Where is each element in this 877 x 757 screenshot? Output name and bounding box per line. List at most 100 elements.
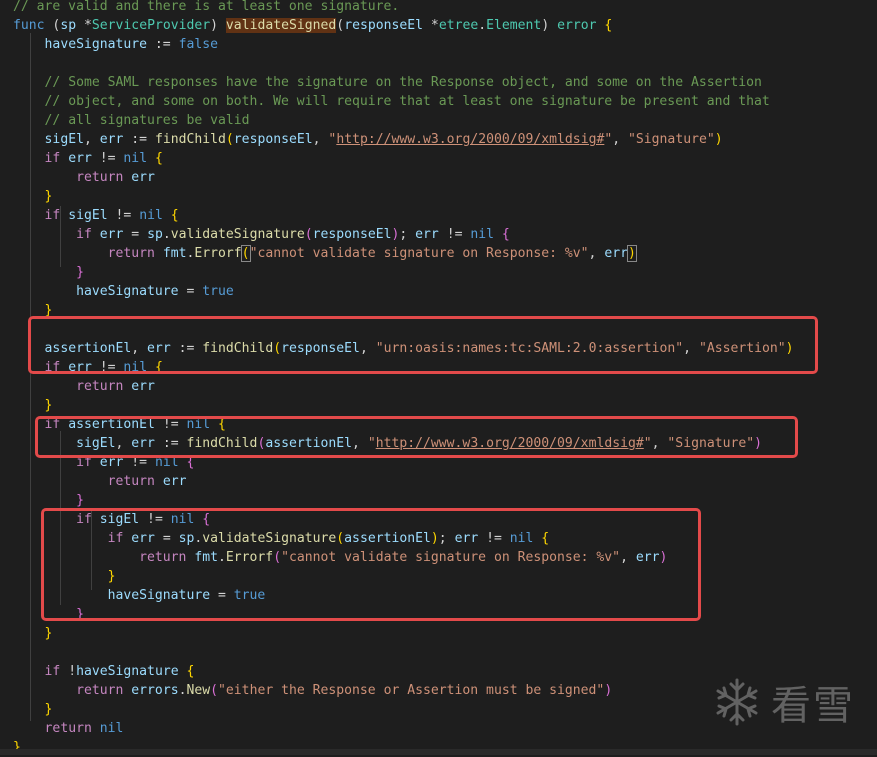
code-line[interactable]: func (sp *ServiceProvider) validateSigne… <box>13 16 612 35</box>
code-token: ServiceProvider <box>91 18 211 33</box>
horizontal-scrollbar[interactable] <box>0 749 877 755</box>
code-token: , <box>588 246 605 261</box>
code-token: responseEl <box>312 227 392 242</box>
code-token: err <box>99 132 124 147</box>
code-token: // all signatures be valid <box>44 113 250 128</box>
code-token: } <box>76 265 84 280</box>
code-token: { <box>494 227 510 242</box>
code-line[interactable]: return errors.New("either the Response o… <box>13 681 612 700</box>
code-token: return <box>76 379 124 394</box>
code-token: return <box>44 721 92 736</box>
code-token: if <box>44 151 61 166</box>
code-token: haveSignature <box>76 664 179 679</box>
code-token: ) <box>626 245 637 262</box>
code-token: := <box>147 37 179 52</box>
code-token: Errorf <box>194 246 242 261</box>
code-token: "Signature" <box>628 132 715 147</box>
code-line[interactable]: } <box>13 187 53 206</box>
code-line[interactable]: haveSignature := false <box>13 35 218 54</box>
code-line[interactable]: // Some SAML responses have the signatur… <box>13 73 762 92</box>
code-token: = <box>123 227 148 242</box>
code-line[interactable]: // all signatures be valid <box>13 111 250 130</box>
code-token: ( <box>44 18 61 33</box>
code-line[interactable]: return err <box>13 168 155 187</box>
code-token: return <box>76 170 124 185</box>
code-token: } <box>44 702 53 717</box>
code-line[interactable]: return nil <box>13 719 124 738</box>
code-token: haveSignature <box>44 37 148 52</box>
watermark: 看雪 <box>711 673 855 731</box>
code-token: // are valid and there is at least one s… <box>13 0 400 14</box>
code-token: nil <box>99 721 124 736</box>
code-token: haveSignature <box>76 284 179 299</box>
code-token: false <box>178 37 218 52</box>
code-token: findChild <box>154 132 226 147</box>
code-token: ( <box>336 18 345 33</box>
code-line[interactable]: if err = sp.validateSignature(responseEl… <box>13 225 510 244</box>
code-token: responseEl <box>233 132 313 147</box>
code-token: return <box>107 246 155 261</box>
code-editor[interactable]: // are valid and there is at least one s… <box>0 0 877 755</box>
code-token: * <box>76 18 92 33</box>
code-line[interactable]: sigEl, err := findChild(responseEl, "htt… <box>13 130 723 149</box>
code-token: http://www.w3.org/2000/09/xmldsig# <box>336 132 605 147</box>
code-token: fmt <box>162 246 187 261</box>
code-token: ; <box>399 227 416 242</box>
code-token: if <box>44 664 61 679</box>
code-line[interactable]: } <box>13 396 53 415</box>
code-token: responseEl <box>344 18 424 33</box>
code-token: validateSigned <box>225 18 337 33</box>
code-token: err <box>604 246 628 261</box>
code-token: ) <box>714 132 723 147</box>
code-token: sigEl <box>68 208 108 223</box>
code-token: sigEl <box>44 132 84 147</box>
indent-guide <box>30 33 31 721</box>
code-line[interactable]: if sigEl != nil { <box>13 206 179 225</box>
code-line[interactable]: // object, and some on both. We will req… <box>13 92 770 111</box>
code-line[interactable]: haveSignature = true <box>13 282 234 301</box>
code-line[interactable]: } <box>13 263 84 282</box>
highlight-box-assertion-validate <box>41 508 701 621</box>
code-token: { <box>178 664 195 679</box>
code-line[interactable]: return err <box>13 472 187 491</box>
code-token: return <box>76 683 124 698</box>
code-line[interactable]: if err != nil { <box>13 149 163 168</box>
code-token: New <box>186 683 211 698</box>
code-line[interactable]: // are valid and there is at least one s… <box>13 0 399 16</box>
code-token: nil <box>470 227 495 242</box>
code-line[interactable]: } <box>13 700 53 719</box>
code-line[interactable]: if !haveSignature { <box>13 662 195 681</box>
code-line[interactable]: return err <box>13 377 155 396</box>
code-token: { <box>162 208 179 223</box>
code-token: // Some SAML responses have the signatur… <box>44 75 762 90</box>
code-token: ( <box>210 683 219 698</box>
code-token: } <box>76 493 84 508</box>
code-token: } <box>44 626 53 641</box>
code-token: validateSignature <box>170 227 305 242</box>
code-token: etree <box>438 18 479 33</box>
code-line[interactable]: } <box>13 624 53 643</box>
code-token: , <box>612 132 629 147</box>
code-token: , <box>312 132 329 147</box>
code-token: "either the Response or Assertion must b… <box>218 683 605 698</box>
code-token: , <box>83 132 100 147</box>
code-token: if <box>44 208 61 223</box>
code-line[interactable]: return fmt.Errorf("cannot validate signa… <box>13 244 637 263</box>
code-token: ) <box>210 18 226 33</box>
